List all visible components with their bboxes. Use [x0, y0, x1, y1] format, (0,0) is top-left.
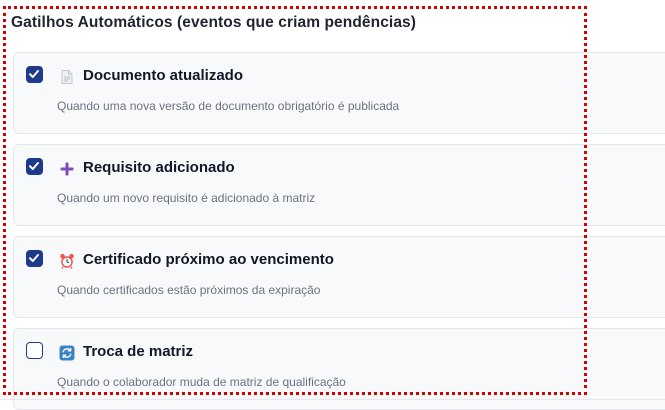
checkmark-icon: [29, 162, 39, 170]
section-title: Gatilhos Automáticos (eventos que criam …: [11, 14, 417, 31]
trigger-title: Documento atualizado: [83, 67, 244, 84]
trigger-description: Quando um novo requisito é adicionado à …: [57, 191, 316, 205]
trigger-requirement-added: Requisito adicionado Quando um novo requ…: [13, 144, 665, 226]
checkmark-icon: [29, 70, 39, 78]
trigger-description: Quando o colaborador muda de matriz de q…: [57, 375, 346, 389]
checkbox-certificate-expiring[interactable]: [26, 250, 43, 267]
trigger-title: Troca de matriz: [83, 343, 194, 360]
trigger-title: Requisito adicionado: [83, 159, 235, 176]
trigger-document-updated: Documento atualizado Quando uma nova ver…: [13, 52, 665, 134]
checkbox-requirement-added[interactable]: [26, 158, 43, 175]
refresh-icon: [59, 345, 75, 361]
trigger-matrix-change: Troca de matriz Quando o colaborador mud…: [13, 328, 665, 410]
trigger-certificate-expiring: Certificado próximo ao vencimento Quando…: [13, 236, 665, 318]
divider: [0, 399, 665, 400]
checkbox-matrix-change[interactable]: [26, 342, 43, 359]
checkbox-document-updated[interactable]: [26, 66, 43, 83]
trigger-title: Certificado próximo ao vencimento: [83, 251, 334, 268]
document-icon: [59, 69, 75, 85]
trigger-description: Quando certificados estão próximos da ex…: [57, 283, 321, 297]
alarm-clock-icon: [59, 253, 75, 269]
trigger-description: Quando uma nova versão de documento obri…: [57, 99, 400, 113]
checkmark-icon: [29, 254, 39, 262]
plus-icon: [59, 161, 75, 177]
